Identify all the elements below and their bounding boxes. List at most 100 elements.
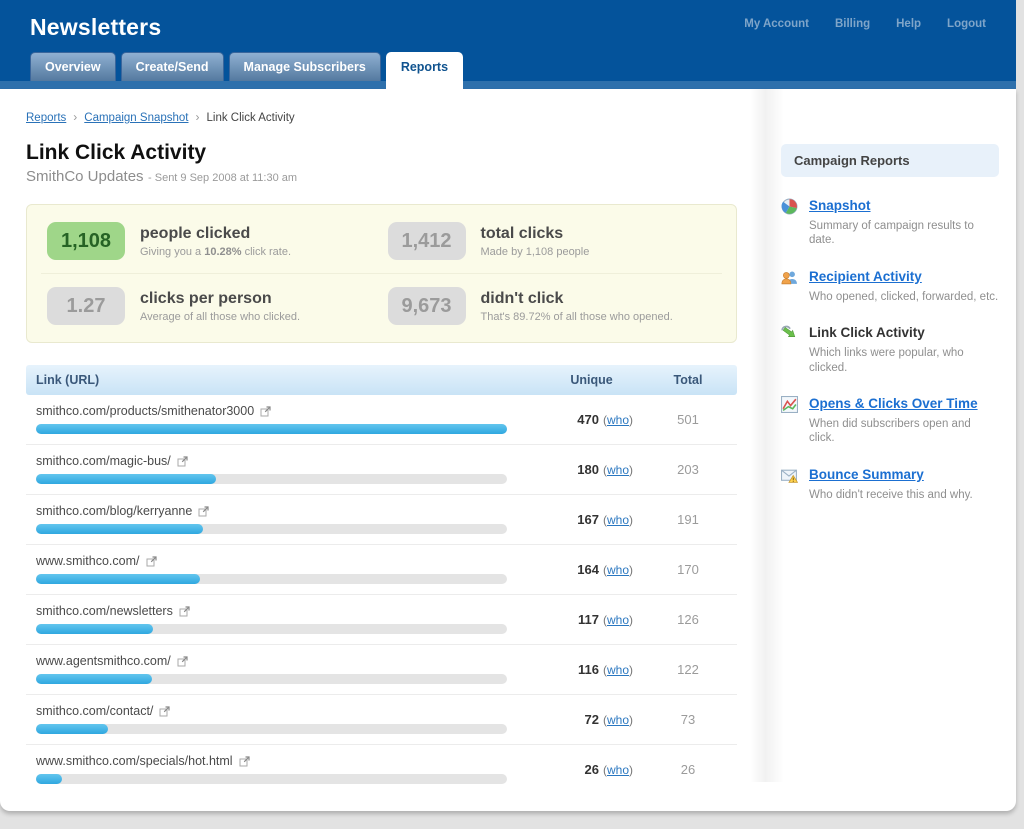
table-row: www.smithco.com/specials/hot.html 26 (wh… (26, 745, 737, 794)
paren-close: ) (629, 513, 633, 527)
link-url: smithco.com/contact/ (36, 704, 153, 718)
unique-count: 72 (534, 712, 599, 727)
external-link-icon[interactable] (239, 756, 250, 767)
breadcrumb-current: Link Click Activity (207, 112, 295, 124)
stats-summary-box: 1,108 people clicked Giving you a 10.28%… (26, 204, 737, 343)
my-account-link[interactable]: My Account (744, 18, 809, 30)
breadcrumb-reports[interactable]: Reports (26, 112, 66, 124)
who-link[interactable]: who (607, 563, 629, 577)
unique-count: 117 (534, 612, 599, 627)
who-link[interactable]: who (607, 463, 629, 477)
stat-clicks-per-person: 1.27 clicks per person Average of all th… (41, 273, 382, 338)
sent-date: - Sent 9 Sep 2008 at 11:30 am (148, 172, 297, 184)
link-cell: www.smithco.com/ (36, 554, 534, 584)
link-url: smithco.com/magic-bus/ (36, 454, 171, 468)
paren-close: ) (629, 713, 633, 727)
tab-manage-subscribers[interactable]: Manage Subscribers (229, 52, 381, 81)
total-count: 191 (649, 512, 727, 527)
unique-count: 116 (534, 662, 599, 677)
breadcrumb-campaign-snapshot[interactable]: Campaign Snapshot (84, 112, 188, 124)
recipient-activity-link[interactable]: Recipient Activity (809, 269, 922, 284)
paren-close: ) (629, 613, 633, 627)
total-count: 26 (649, 762, 727, 777)
paren-close: ) (629, 413, 633, 427)
logout-link[interactable]: Logout (947, 18, 986, 30)
link-url: www.agentsmithco.com/ (36, 654, 171, 668)
link-click-table: Link (URL) Unique Total smithco.com/prod… (26, 365, 737, 794)
snapshot-desc: Summary of campaign results to date. (809, 219, 999, 248)
column-header-total: Total (649, 373, 727, 387)
clicks-per-person-value: 1.27 (47, 287, 125, 325)
stat-label: clicks per person (140, 290, 300, 308)
external-link-icon[interactable] (198, 506, 209, 517)
unique-count: 26 (534, 762, 599, 777)
click-bar-fill (36, 724, 108, 734)
external-link-icon[interactable] (159, 706, 170, 717)
main-column: Reports›Campaign Snapshot›Link Click Act… (26, 110, 737, 794)
column-header-link-url: Link (URL) (36, 373, 534, 387)
unique-cell: 180 (who) (534, 462, 649, 477)
who-link[interactable]: who (607, 713, 629, 727)
table-rows: smithco.com/products/smithenator3000 470… (26, 395, 737, 794)
unique-cell: 116 (who) (534, 662, 649, 677)
unique-cell: 26 (who) (534, 762, 649, 777)
total-count: 122 (649, 662, 727, 677)
tab-reports[interactable]: Reports (386, 52, 463, 89)
bounce-summary-desc: Who didn't receive this and why. (809, 488, 973, 502)
tab-create-send[interactable]: Create/Send (121, 52, 224, 81)
click-bar-track (36, 574, 507, 584)
link-cell: smithco.com/newsletters (36, 604, 534, 634)
campaign-subtitle: SmithCo Updates - Sent 9 Sep 2008 at 11:… (26, 168, 737, 186)
stat-subtext: That's 89.72% of all those who opened. (481, 311, 673, 323)
external-link-icon[interactable] (260, 406, 271, 417)
who-link[interactable]: who (607, 413, 629, 427)
click-bar-track (36, 524, 507, 534)
campaign-reports-sidebar: Campaign Reports Snapshot Summary of cam… (781, 144, 999, 502)
stat-subtext: Giving you a 10.28% click rate. (140, 246, 291, 258)
link-click-activity-current: Link Click Activity (809, 325, 925, 340)
external-link-icon[interactable] (179, 606, 190, 617)
link-cell: smithco.com/magic-bus/ (36, 454, 534, 484)
recipients-icon (781, 268, 799, 304)
table-row: smithco.com/magic-bus/ 180 (who) 203 (26, 445, 737, 495)
breadcrumb-separator: › (189, 110, 207, 124)
who-link[interactable]: who (607, 663, 629, 677)
paren-close: ) (629, 763, 633, 777)
help-link[interactable]: Help (896, 18, 921, 30)
unique-count: 180 (534, 462, 599, 477)
external-link-icon[interactable] (177, 456, 188, 467)
stat-subtext: Made by 1,108 people (481, 246, 590, 258)
link-url: smithco.com/products/smithenator3000 (36, 404, 254, 418)
unique-cell: 167 (who) (534, 512, 649, 527)
who-link[interactable]: who (607, 763, 629, 777)
billing-link[interactable]: Billing (835, 18, 870, 30)
page-content: Reports›Campaign Snapshot›Link Click Act… (0, 89, 1016, 811)
stat-label: total clicks (481, 225, 590, 243)
who-link[interactable]: who (607, 613, 629, 627)
link-cell: smithco.com/blog/kerryanne (36, 504, 534, 534)
external-link-icon[interactable] (146, 556, 157, 567)
stat-subtext: Average of all those who clicked. (140, 311, 300, 323)
bounce-summary-link[interactable]: Bounce Summary (809, 467, 924, 482)
click-bar-fill (36, 674, 152, 684)
link-url: www.smithco.com/specials/hot.html (36, 754, 233, 768)
total-count: 170 (649, 562, 727, 577)
click-bar-track (36, 774, 507, 784)
snapshot-link[interactable]: Snapshot (809, 198, 871, 213)
link-cell: smithco.com/contact/ (36, 704, 534, 734)
click-bar-track (36, 424, 507, 434)
tab-overview[interactable]: Overview (30, 52, 116, 81)
click-bar-track (36, 674, 507, 684)
pie-chart-icon (781, 197, 799, 248)
click-bar-fill (36, 524, 203, 534)
sidebar-item-bounce-summary: Bounce Summary Who didn't receive this a… (781, 466, 999, 502)
click-bar-fill (36, 624, 153, 634)
unique-count: 470 (534, 412, 599, 427)
link-click-activity-desc: Which links were popular, who clicked. (809, 346, 999, 375)
who-link[interactable]: who (607, 513, 629, 527)
people-clicked-value: 1,108 (47, 222, 125, 260)
sidebar-item-link-click-activity: Link Click Activity Which links were pop… (781, 324, 999, 375)
opens-clicks-over-time-link[interactable]: Opens & Clicks Over Time (809, 396, 978, 411)
sidebar-title: Campaign Reports (781, 144, 999, 177)
external-link-icon[interactable] (177, 656, 188, 667)
